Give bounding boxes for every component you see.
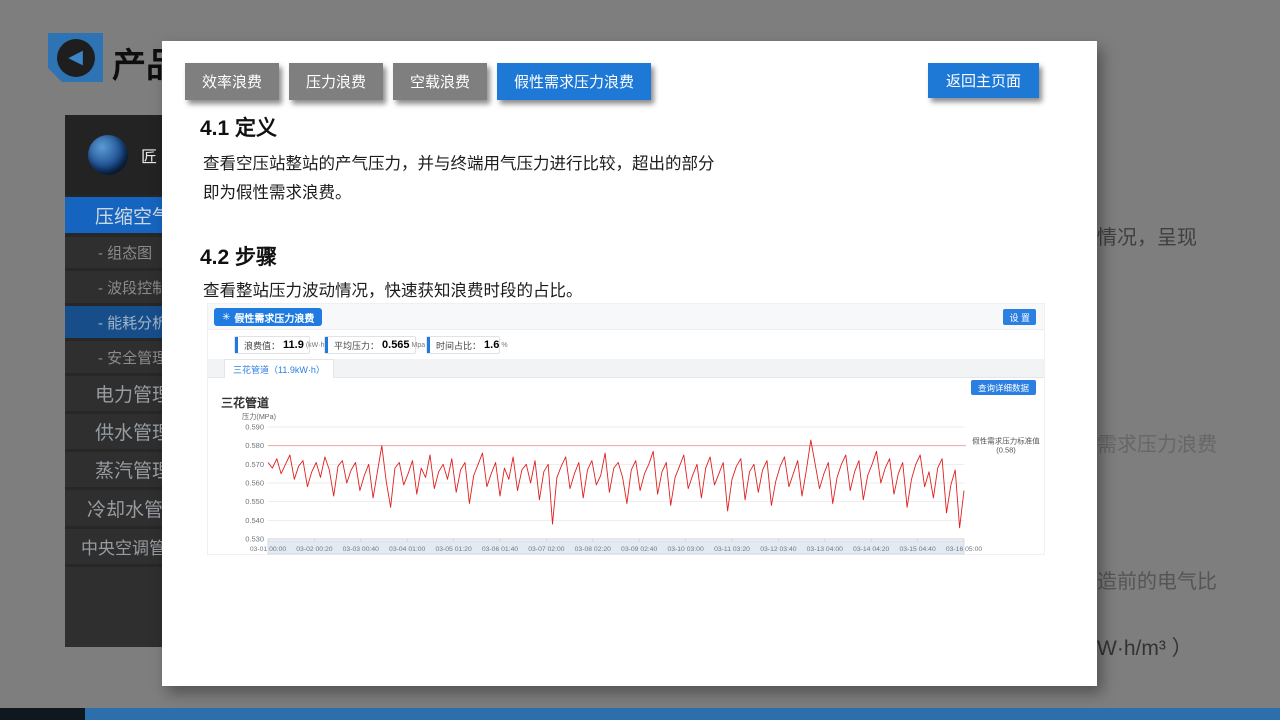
svg-text:0.570: 0.570 [245, 460, 264, 469]
query-detail-data-button[interactable]: 查询详细数据 [971, 380, 1036, 395]
back-to-main-button[interactable]: 返回主页面 [928, 63, 1039, 98]
app-logo-badge: ◀ [48, 33, 103, 82]
tab-efficiency-waste[interactable]: 效率浪费 [185, 63, 279, 100]
stat-waste-value: 浪费值： 11.9 (kW·h) [234, 336, 310, 354]
waste-burst-icon: ✳ [222, 312, 230, 323]
svg-text:03-10 03:00: 03-10 03:00 [667, 546, 704, 553]
settings-button[interactable]: 设 置 [1003, 309, 1036, 325]
stat-time-ratio: 时间占比： 1.6 % [426, 336, 500, 354]
sidebar-item-compressed-air[interactable]: 压缩空气 [65, 197, 162, 233]
definition-text-line: 查看空压站整站的产气压力，并与终端用气压力进行比较，超出的部分 [203, 150, 715, 174]
background-text-fragment: 情况，呈现 [1097, 221, 1197, 250]
svg-text:03-09 02:40: 03-09 02:40 [621, 546, 658, 553]
svg-text:0.580: 0.580 [245, 441, 264, 450]
sidebar-item-band-control[interactable]: - 波段控制 [65, 271, 162, 303]
svg-text:压力(MPa): 压力(MPa) [242, 412, 276, 421]
sidebar: 匠 压缩空气 - 组态图 - 波段控制 - 能耗分析 - 安全管理 电力管理 供… [65, 115, 162, 647]
svg-text:03-08 02:20: 03-08 02:20 [575, 546, 612, 553]
dashboard-header: ✳ 假性需求压力浪费 设 置 [208, 304, 1044, 330]
svg-text:0.540: 0.540 [245, 516, 264, 525]
section-heading-steps: 4.2 步骤 [200, 241, 277, 271]
stat-value: 11.9 [283, 339, 304, 351]
pipe-tab-strip: 三花管道（11.9kW·h） [208, 359, 1044, 378]
pressure-series-line [268, 440, 964, 528]
svg-text:03-12 03:40: 03-12 03:40 [760, 546, 797, 553]
sidebar-filler [65, 567, 162, 647]
svg-text:03-16 05:00: 03-16 05:00 [946, 546, 983, 553]
screen: ◀ 产品 匠 压缩空气 - 组态图 - 波段控制 - 能耗分析 - 安全管理 电… [0, 0, 1280, 720]
svg-text:03-05 01:20: 03-05 01:20 [435, 546, 472, 553]
tab-noload-waste[interactable]: 空载浪费 [393, 63, 487, 100]
sidebar-item-steam[interactable]: 蒸汽管理 [65, 452, 162, 487]
dashboard-screenshot: ✳ 假性需求压力浪费 设 置 浪费值： 11.9 (kW·h) 平均压力： 0.… [207, 303, 1045, 555]
dashboard-title: 假性需求压力浪费 [234, 310, 314, 325]
sidebar-logo-label: 匠 [141, 143, 157, 167]
stat-unit: % [501, 342, 507, 349]
definition-text-line: 即为假性需求浪费。 [203, 179, 352, 203]
svg-text:(0.58): (0.58) [996, 446, 1016, 455]
dashboard-title-badge: ✳ 假性需求压力浪费 [214, 308, 322, 326]
background-text-fragment: W·h/m³ ） [1097, 632, 1193, 662]
svg-text:03-07 02:00: 03-07 02:00 [528, 546, 565, 553]
pressure-line-chart: 0.590 0.580 0.570 0.560 0.550 0.540 0.530 03-01… [238, 407, 1046, 555]
svg-text:03-15 04:40: 03-15 04:40 [899, 546, 936, 553]
sidebar-logo: 匠 [65, 115, 162, 195]
background-text-fragment: 造前的电气比 [1097, 565, 1217, 594]
svg-text:0.530: 0.530 [245, 535, 264, 544]
background-text-fragment: 需求压力浪费 [1097, 428, 1217, 457]
svg-text:03-13 04:00: 03-13 04:00 [807, 546, 844, 553]
sidebar-item-hvac[interactable]: 中央空调管 [65, 529, 162, 564]
tab-pressure-waste[interactable]: 压力浪费 [289, 63, 383, 100]
svg-text:0.560: 0.560 [245, 479, 264, 488]
stat-average-pressure: 平均压力： 0.565 Mpa [324, 336, 416, 354]
svg-text:03-03 00:40: 03-03 00:40 [343, 546, 380, 553]
svg-text:0.590: 0.590 [245, 423, 264, 432]
steps-text-line: 查看整站压力波动情况，快速获知浪费时段的占比。 [203, 277, 583, 301]
svg-text:03-06 01:40: 03-06 01:40 [482, 546, 519, 553]
svg-text:03-14 04:20: 03-14 04:20 [853, 546, 890, 553]
stat-label: 时间占比： [436, 339, 481, 352]
tab-sanhua-pipe[interactable]: 三花管道（11.9kW·h） [224, 359, 334, 378]
bottom-bar-blue-segment [85, 708, 1280, 720]
sidebar-item-config-diagram[interactable]: - 组态图 [65, 237, 162, 268]
section-heading-definition: 4.1 定义 [200, 112, 277, 142]
svg-text:0.550: 0.550 [245, 497, 264, 506]
stat-label: 平均压力： [334, 339, 379, 352]
bottom-bar-dark-segment [0, 708, 85, 720]
svg-text:03-11 03:20: 03-11 03:20 [714, 546, 750, 553]
svg-text:03-04 01:00: 03-04 01:00 [389, 546, 426, 553]
detail-panel: 效率浪费 压力浪费 空载浪费 假性需求压力浪费 返回主页面 4.1 定义 查看空… [162, 41, 1097, 686]
stat-value: 1.6 [484, 339, 499, 351]
stat-label: 浪费值： [244, 339, 280, 352]
sidebar-item-safety[interactable]: - 安全管理 [65, 341, 162, 373]
sidebar-logo-icon [88, 135, 128, 175]
stat-unit: Mpa [412, 342, 426, 349]
sidebar-item-power[interactable]: 电力管理 [65, 376, 162, 411]
sidebar-item-energy-analysis[interactable]: - 能耗分析 [65, 306, 162, 338]
svg-text:03-01 00:00: 03-01 00:00 [250, 546, 287, 553]
sidebar-item-cooling-water[interactable]: 冷却水管 [65, 490, 162, 526]
tab-false-demand-waste[interactable]: 假性需求压力浪费 [497, 63, 651, 100]
sidebar-item-water-supply[interactable]: 供水管理 [65, 414, 162, 449]
stat-value: 0.565 [382, 339, 410, 351]
threshold-annotation: 假性需求压力标准值 [972, 436, 1040, 446]
svg-text:03-02 00:20: 03-02 00:20 [296, 546, 333, 553]
waste-type-tabs: 效率浪费 压力浪费 空载浪费 假性需求压力浪费 [185, 63, 651, 100]
back-arrow-icon: ◀ [57, 39, 95, 77]
